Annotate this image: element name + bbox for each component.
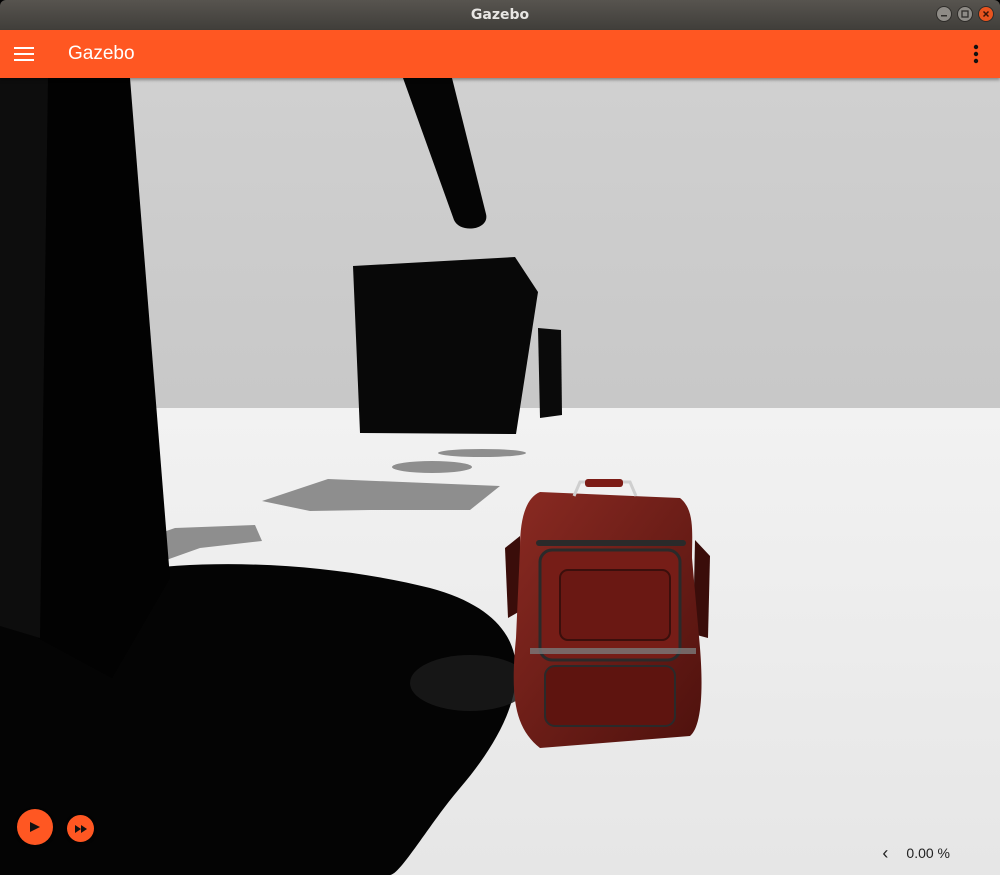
real-time-factor: 0.00 % — [906, 845, 950, 861]
stats-panel: ‹ 0.00 % — [882, 843, 950, 863]
fast-forward-icon — [74, 824, 87, 833]
play-icon — [30, 822, 40, 832]
scene-render — [0, 78, 1000, 875]
window-titlebar: Gazebo — [0, 0, 1000, 30]
more-options-button[interactable] — [964, 42, 988, 66]
vertical-dots-icon — [973, 44, 979, 64]
robot-gripper — [353, 257, 538, 434]
chevron-left-icon[interactable]: ‹ — [882, 843, 888, 864]
scene-viewport[interactable] — [0, 78, 1000, 875]
window-controls — [936, 6, 994, 22]
maximize-icon — [961, 10, 969, 18]
maximize-button[interactable] — [957, 6, 973, 22]
menu-button[interactable] — [0, 30, 48, 78]
backpack-model — [505, 479, 710, 748]
close-icon — [982, 10, 990, 18]
minimize-button[interactable] — [936, 6, 952, 22]
app-title: Gazebo — [68, 43, 135, 64]
close-button[interactable] — [978, 6, 994, 22]
minimize-icon — [941, 15, 947, 17]
window-title: Gazebo — [470, 7, 530, 23]
step-forward-button[interactable] — [67, 815, 94, 842]
play-button[interactable] — [17, 809, 53, 845]
app-toolbar: Gazebo — [0, 30, 1000, 78]
hamburger-menu-icon — [14, 47, 34, 61]
